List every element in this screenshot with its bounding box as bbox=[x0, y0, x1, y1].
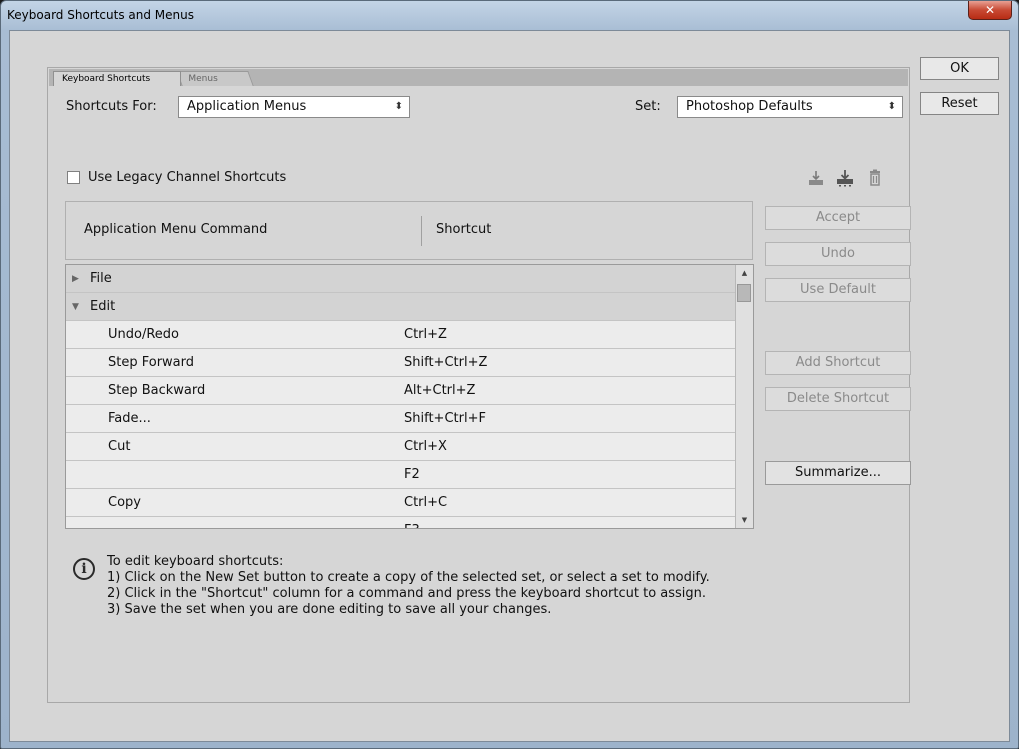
dialog-client: Menus Keyboard Shortcuts Shortcuts For: … bbox=[9, 30, 1010, 742]
table-row[interactable]: Fade... Shift+Ctrl+F bbox=[66, 405, 735, 433]
group-name: Edit bbox=[90, 299, 116, 314]
add-shortcut-button[interactable]: Add Shortcut bbox=[765, 351, 911, 375]
command-cell: Step Forward bbox=[108, 355, 195, 370]
group-row-edit[interactable]: ▼ Edit bbox=[66, 293, 735, 321]
command-cell: Fade... bbox=[108, 411, 151, 426]
updown-arrow-icon: ⬍ bbox=[887, 101, 896, 112]
updown-arrow-icon: ⬍ bbox=[394, 101, 403, 112]
legacy-channel-checkbox[interactable] bbox=[67, 171, 80, 184]
scroll-down-arrow-icon[interactable]: ▼ bbox=[736, 512, 753, 528]
close-icon: ✕ bbox=[984, 3, 996, 17]
set-value: Photoshop Defaults bbox=[686, 99, 813, 114]
dialog-window: Keyboard Shortcuts and Menus ✕ Menus Key… bbox=[0, 0, 1019, 749]
table-header: Application Menu Command Shortcut bbox=[65, 201, 753, 260]
scroll-up-arrow-icon[interactable]: ▲ bbox=[736, 265, 753, 281]
tab-menus[interactable]: Menus bbox=[176, 71, 254, 86]
triangle-down-icon[interactable]: ▼ bbox=[72, 293, 79, 321]
info-icon: i bbox=[73, 558, 95, 580]
set-select[interactable]: Photoshop Defaults ⬍ bbox=[677, 96, 903, 118]
table-row[interactable]: F3 bbox=[66, 517, 735, 528]
table-row[interactable]: Step Backward Alt+Ctrl+Z bbox=[66, 377, 735, 405]
tab-strip: Menus Keyboard Shortcuts bbox=[49, 69, 908, 86]
column-divider[interactable] bbox=[421, 216, 422, 246]
save-set-icon[interactable] bbox=[807, 169, 825, 187]
column-header-command[interactable]: Application Menu Command bbox=[84, 202, 267, 259]
scroll-thumb[interactable] bbox=[737, 284, 751, 302]
group-name: File bbox=[90, 271, 112, 286]
shortcuts-for-label: Shortcuts For: bbox=[66, 99, 157, 114]
help-text-line: 3) Save the set when you are done editin… bbox=[107, 602, 552, 617]
delete-set-icon[interactable] bbox=[866, 169, 884, 187]
shortcuts-panel: Menus Keyboard Shortcuts Shortcuts For: … bbox=[47, 67, 911, 703]
shortcut-cell[interactable]: Shift+Ctrl+Z bbox=[404, 349, 487, 377]
legacy-channel-label: Use Legacy Channel Shortcuts bbox=[88, 170, 287, 185]
help-text-line: To edit keyboard shortcuts: bbox=[107, 554, 284, 569]
command-cell: Cut bbox=[108, 439, 131, 454]
ok-button[interactable]: OK bbox=[920, 57, 999, 80]
use-default-button[interactable]: Use Default bbox=[765, 278, 911, 302]
tab-menus-label: Menus bbox=[188, 74, 218, 84]
shortcuts-list: ▶ File ▼ Edit Undo/Redo Ctrl+Z Step Forw… bbox=[65, 264, 754, 529]
undo-button[interactable]: Undo bbox=[765, 242, 911, 266]
shortcut-cell[interactable]: Ctrl+X bbox=[404, 433, 447, 461]
shortcuts-for-select[interactable]: Application Menus ⬍ bbox=[178, 96, 410, 118]
shortcut-cell[interactable]: F2 bbox=[404, 461, 420, 489]
table-row[interactable]: Undo/Redo Ctrl+Z bbox=[66, 321, 735, 349]
shortcuts-for-value: Application Menus bbox=[187, 99, 307, 114]
table-row[interactable]: Cut Ctrl+X bbox=[66, 433, 735, 461]
accept-button[interactable]: Accept bbox=[765, 206, 911, 230]
help-text-line: 1) Click on the New Set button to create… bbox=[107, 570, 710, 585]
table-row[interactable]: Step Forward Shift+Ctrl+Z bbox=[66, 349, 735, 377]
shortcut-cell[interactable]: Alt+Ctrl+Z bbox=[404, 377, 475, 405]
group-row-file[interactable]: ▶ File bbox=[66, 265, 735, 293]
summarize-button[interactable]: Summarize... bbox=[765, 461, 911, 485]
title-bar[interactable]: Keyboard Shortcuts and Menus ✕ bbox=[1, 1, 1018, 29]
command-cell: Undo/Redo bbox=[108, 327, 179, 342]
table-row[interactable]: Copy Ctrl+C bbox=[66, 489, 735, 517]
delete-shortcut-button[interactable]: Delete Shortcut bbox=[765, 387, 911, 411]
triangle-right-icon[interactable]: ▶ bbox=[72, 265, 79, 293]
column-header-shortcut[interactable]: Shortcut bbox=[436, 202, 491, 259]
tab-keyboard-shortcuts[interactable]: Keyboard Shortcuts bbox=[53, 71, 181, 86]
table-row[interactable]: F2 bbox=[66, 461, 735, 489]
list-scrollbar[interactable]: ▲ ▼ bbox=[735, 265, 753, 528]
set-label: Set: bbox=[635, 99, 661, 114]
help-text-line: 2) Click in the "Shortcut" column for a … bbox=[107, 586, 707, 601]
shortcut-cell[interactable]: Ctrl+C bbox=[404, 489, 447, 517]
tab-keyboard-shortcuts-label: Keyboard Shortcuts bbox=[62, 74, 151, 84]
close-button[interactable]: ✕ bbox=[968, 1, 1012, 20]
shortcut-cell[interactable]: F3 bbox=[404, 517, 420, 528]
save-set-as-icon[interactable] bbox=[836, 169, 854, 187]
reset-button[interactable]: Reset bbox=[920, 92, 999, 115]
shortcut-cell[interactable]: Ctrl+Z bbox=[404, 321, 447, 349]
shortcut-cell[interactable]: Shift+Ctrl+F bbox=[404, 405, 486, 433]
command-cell: Copy bbox=[108, 495, 141, 510]
command-cell: Step Backward bbox=[108, 383, 206, 398]
window-title: Keyboard Shortcuts and Menus bbox=[7, 8, 194, 22]
